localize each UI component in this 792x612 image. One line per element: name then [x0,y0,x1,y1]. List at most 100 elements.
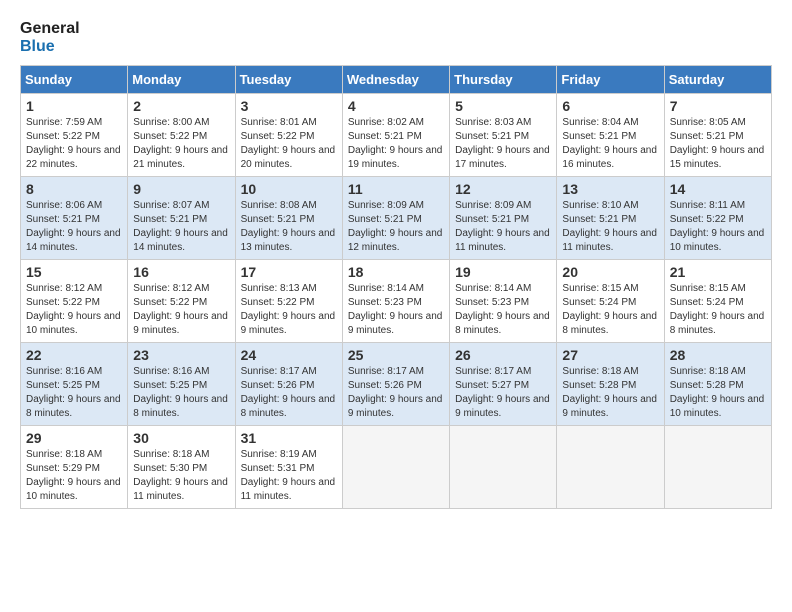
calendar-day: 27 Sunrise: 8:18 AMSunset: 5:28 PMDayligh… [557,343,664,426]
calendar-week-row: 29 Sunrise: 8:18 AMSunset: 5:29 PMDayligh… [21,426,772,509]
calendar-day: 2Sunrise: 8:00 AMSunset: 5:22 PMDaylight… [128,94,235,177]
calendar-day [557,426,664,509]
calendar-day: 26 Sunrise: 8:17 AMSunset: 5:27 PMDayligh… [450,343,557,426]
day-info: Sunrise: 8:12 AMSunset: 5:22 PMDaylight:… [26,282,122,338]
logo-blue: Blue [20,38,55,56]
calendar-header-wednesday: Wednesday [342,66,449,94]
day-number: 27 [562,347,658,363]
calendar-day: 24Sunrise: 8:17 AMSunset: 5:26 PMDayligh… [235,343,342,426]
day-number: 8 [26,181,122,197]
calendar-week-row: 1 Sunrise: 7:59 AMSunset: 5:22 PMDaylight… [21,94,772,177]
day-number: 17 [241,264,337,280]
day-info: Sunrise: 8:17 AMSunset: 5:27 PMDaylight:… [455,365,551,421]
day-info: Sunrise: 8:18 AMSunset: 5:28 PMDaylight:… [562,365,658,421]
day-number: 5 [455,98,551,114]
calendar-week-row: 15 Sunrise: 8:12 AMSunset: 5:22 PMDayligh… [21,260,772,343]
day-info: Sunrise: 8:11 AMSunset: 5:22 PMDaylight:… [670,199,766,255]
calendar-day: 30 Sunrise: 8:18 AMSunset: 5:30 PMDayligh… [128,426,235,509]
day-number: 29 [26,430,122,446]
day-info: Sunrise: 8:18 AMSunset: 5:30 PMDaylight:… [133,448,229,504]
calendar-day: 31 Sunrise: 8:19 AMSunset: 5:31 PMDayligh… [235,426,342,509]
day-number: 18 [348,264,444,280]
calendar-header-saturday: Saturday [664,66,771,94]
calendar-day [450,426,557,509]
day-info: Sunrise: 8:05 AMSunset: 5:21 PMDaylight:… [670,116,766,172]
day-info: Sunrise: 8:16 AMSunset: 5:25 PMDaylight:… [133,365,229,421]
day-number: 6 [562,98,658,114]
day-info: Sunrise: 8:19 AMSunset: 5:31 PMDaylight:… [241,448,337,504]
calendar-day: 23 Sunrise: 8:16 AMSunset: 5:25 PMDayligh… [128,343,235,426]
day-number: 4 [348,98,444,114]
logo: General Blue [20,20,80,55]
day-info: Sunrise: 8:15 AMSunset: 5:24 PMDaylight:… [562,282,658,338]
day-number: 26 [455,347,551,363]
calendar-week-row: 22Sunrise: 8:16 AMSunset: 5:25 PMDayligh… [21,343,772,426]
calendar-day: 13Sunrise: 8:10 AMSunset: 5:21 PMDayligh… [557,177,664,260]
calendar-header-friday: Friday [557,66,664,94]
day-number: 7 [670,98,766,114]
day-number: 10 [241,181,337,197]
day-number: 23 [133,347,229,363]
day-number: 12 [455,181,551,197]
page-header: General Blue [20,20,772,55]
day-number: 11 [348,181,444,197]
day-number: 24 [241,347,337,363]
day-number: 14 [670,181,766,197]
calendar-day: 25 Sunrise: 8:17 AMSunset: 5:26 PMDayligh… [342,343,449,426]
day-info: Sunrise: 8:08 AMSunset: 5:21 PMDaylight:… [241,199,337,255]
day-number: 19 [455,264,551,280]
calendar-day: 7 Sunrise: 8:05 AMSunset: 5:21 PMDaylight… [664,94,771,177]
day-number: 15 [26,264,122,280]
calendar-day: 5 Sunrise: 8:03 AMSunset: 5:21 PMDaylight… [450,94,557,177]
calendar-day: 28Sunrise: 8:18 AMSunset: 5:28 PMDayligh… [664,343,771,426]
day-number: 21 [670,264,766,280]
day-number: 31 [241,430,337,446]
calendar-day: 21 Sunrise: 8:15 AMSunset: 5:24 PMDayligh… [664,260,771,343]
day-number: 20 [562,264,658,280]
day-number: 30 [133,430,229,446]
day-info: Sunrise: 8:18 AMSunset: 5:29 PMDaylight:… [26,448,122,504]
calendar-day: 11 Sunrise: 8:09 AMSunset: 5:21 PMDayligh… [342,177,449,260]
day-info: Sunrise: 8:07 AMSunset: 5:21 PMDaylight:… [133,199,229,255]
calendar-day: 16Sunrise: 8:12 AMSunset: 5:22 PMDayligh… [128,260,235,343]
calendar-day [664,426,771,509]
day-info: Sunrise: 8:15 AMSunset: 5:24 PMDaylight:… [670,282,766,338]
day-info: Sunrise: 8:14 AMSunset: 5:23 PMDaylight:… [348,282,444,338]
logo: General Blue [20,20,80,55]
calendar-day: 3 Sunrise: 8:01 AMSunset: 5:22 PMDaylight… [235,94,342,177]
calendar-header-tuesday: Tuesday [235,66,342,94]
day-info: Sunrise: 8:10 AMSunset: 5:21 PMDaylight:… [562,199,658,255]
calendar-day: 22Sunrise: 8:16 AMSunset: 5:25 PMDayligh… [21,343,128,426]
day-number: 25 [348,347,444,363]
calendar-day: 20 Sunrise: 8:15 AMSunset: 5:24 PMDayligh… [557,260,664,343]
calendar-day: 10 Sunrise: 8:08 AMSunset: 5:21 PMDayligh… [235,177,342,260]
day-info: Sunrise: 8:06 AMSunset: 5:21 PMDaylight:… [26,199,122,255]
day-number: 9 [133,181,229,197]
calendar-day: 29 Sunrise: 8:18 AMSunset: 5:29 PMDayligh… [21,426,128,509]
day-info: Sunrise: 8:17 AMSunset: 5:26 PMDaylight:… [348,365,444,421]
day-number: 28 [670,347,766,363]
day-info: Sunrise: 8:03 AMSunset: 5:21 PMDaylight:… [455,116,551,172]
calendar-day: 4Sunrise: 8:02 AMSunset: 5:21 PMDaylight… [342,94,449,177]
day-info: Sunrise: 7:59 AMSunset: 5:22 PMDaylight:… [26,116,122,172]
day-number: 2 [133,98,229,114]
day-number: 1 [26,98,122,114]
calendar-day [342,426,449,509]
calendar-day: 6 Sunrise: 8:04 AMSunset: 5:21 PMDaylight… [557,94,664,177]
day-info: Sunrise: 8:09 AMSunset: 5:21 PMDaylight:… [348,199,444,255]
calendar-header-sunday: Sunday [21,66,128,94]
logo-general: General [20,20,80,38]
calendar-header-monday: Monday [128,66,235,94]
calendar-day: 1 Sunrise: 7:59 AMSunset: 5:22 PMDaylight… [21,94,128,177]
calendar-day: 17Sunrise: 8:13 AMSunset: 5:22 PMDayligh… [235,260,342,343]
calendar-day: 12Sunrise: 8:09 AMSunset: 5:21 PMDayligh… [450,177,557,260]
day-info: Sunrise: 8:12 AMSunset: 5:22 PMDaylight:… [133,282,229,338]
calendar-day: 15 Sunrise: 8:12 AMSunset: 5:22 PMDayligh… [21,260,128,343]
day-number: 3 [241,98,337,114]
calendar-day: 9 Sunrise: 8:07 AMSunset: 5:21 PMDaylight… [128,177,235,260]
day-info: Sunrise: 8:01 AMSunset: 5:22 PMDaylight:… [241,116,337,172]
day-info: Sunrise: 8:04 AMSunset: 5:21 PMDaylight:… [562,116,658,172]
calendar-day: 14 Sunrise: 8:11 AMSunset: 5:22 PMDayligh… [664,177,771,260]
calendar-day: 18 Sunrise: 8:14 AMSunset: 5:23 PMDayligh… [342,260,449,343]
day-info: Sunrise: 8:14 AMSunset: 5:23 PMDaylight:… [455,282,551,338]
